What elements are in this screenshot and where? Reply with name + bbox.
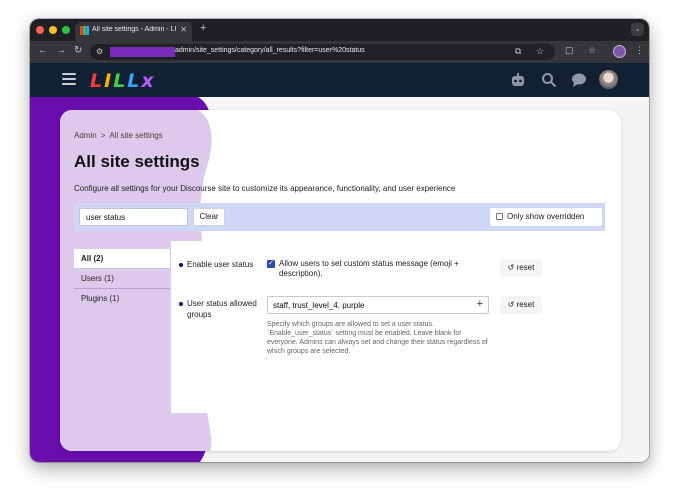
settings-list: Enable user status ✓ Allow users to set … (170, 241, 621, 413)
group-chooser[interactable]: staff, trust_level_4, purple + (267, 296, 489, 314)
new-tab-button[interactable]: + (200, 22, 206, 34)
breadcrumb: Admin > All site settings (74, 131, 163, 140)
profile-avatar[interactable] (613, 45, 626, 58)
only-overridden-checkbox[interactable] (496, 213, 503, 220)
enable-user-status-checkbox[interactable]: ✓ (267, 260, 275, 268)
browser-window: All site settings - Admin - LILL ✕ + ⌄ ←… (30, 19, 649, 462)
group-chooser-value: staff, trust_level_4, purple (273, 301, 365, 310)
redacted-domain (110, 47, 175, 57)
reload-button[interactable]: ↻ (74, 45, 82, 56)
setting-label: User status allowed groups (187, 299, 257, 319)
maximize-window-button[interactable] (62, 26, 70, 34)
setting-help-text: Specify which groups are allowed to set … (267, 321, 488, 355)
forward-button[interactable]: → (56, 45, 66, 56)
reset-button[interactable]: ↺ reset (500, 259, 542, 277)
chat-bubble-icon[interactable] (571, 72, 587, 88)
breadcrumb-admin-link[interactable]: Admin (74, 131, 97, 140)
reading-list-icon[interactable]: ☆ (588, 45, 596, 56)
nav-item-all[interactable]: All (2) (74, 249, 170, 269)
extensions-icon[interactable]: ▢ (565, 45, 574, 56)
breadcrumb-current[interactable]: All site settings (109, 131, 162, 140)
bookmark-star-icon[interactable]: ☆ (536, 46, 544, 57)
cast-icon[interactable]: ⧉ (515, 46, 521, 57)
user-avatar[interactable] (599, 70, 618, 89)
settings-card: Admin > All site settings All site setting… (60, 110, 621, 451)
page-subtitle: Configure all settings for your Discours… (74, 184, 456, 193)
close-tab-icon[interactable]: ✕ (180, 25, 187, 34)
undo-icon: ↺ (507, 300, 515, 309)
browser-tab[interactable]: All site settings - Admin - LILL ✕ (75, 22, 192, 41)
setting-bullet (179, 302, 183, 306)
setting-checkbox-description: Allow users to set custom status message… (279, 259, 459, 278)
admin-page: Admin > All site settings All site setting… (30, 97, 649, 462)
tab-strip: All site settings - Admin - LILL ✕ + ⌄ (30, 19, 649, 41)
page-title: All site settings (74, 152, 200, 171)
plus-icon[interactable]: + (477, 298, 483, 310)
filter-bar: Clear Only show overridden (74, 203, 605, 231)
settings-filter-input[interactable] (79, 208, 188, 226)
category-nav: All (2) Users (1) Plugins (1) (74, 249, 170, 309)
nav-item-plugins[interactable]: Plugins (1) (74, 289, 170, 309)
setting-label: Enable user status (187, 260, 254, 269)
minimize-window-button[interactable] (49, 26, 57, 34)
hamburger-menu-icon[interactable] (62, 73, 76, 88)
nav-item-users[interactable]: Users (1) (74, 269, 170, 289)
back-button[interactable]: ← (38, 45, 48, 56)
tab-title: All site settings - Admin - LILL (92, 26, 176, 33)
search-icon[interactable] (541, 72, 557, 88)
close-window-button[interactable] (36, 26, 44, 34)
chat-bot-icon[interactable] (510, 72, 526, 88)
clear-filter-button[interactable]: Clear (193, 208, 225, 226)
browser-menu-icon[interactable]: ⋮ (635, 45, 644, 56)
site-info-icon[interactable]: ⚙ (96, 47, 103, 56)
reset-button[interactable]: ↺ reset (500, 296, 542, 314)
site-favicon-icon (80, 26, 89, 35)
browser-toolbar: ← → ↻ ⚙ admin/site_settings/category/all… (30, 41, 649, 63)
url-text: admin/site_settings/category/all_results… (175, 47, 365, 54)
setting-bullet (179, 263, 183, 267)
only-overridden-label: Only show overridden (507, 212, 585, 221)
site-logo[interactable]: LILLx (90, 70, 156, 92)
site-header: LILLx (30, 63, 649, 97)
address-bar[interactable]: ⚙ admin/site_settings/category/all_resul… (90, 44, 555, 60)
only-overridden-toggle[interactable]: Only show overridden (490, 208, 602, 226)
breadcrumb-separator: > (100, 131, 106, 140)
undo-icon: ↺ (507, 263, 515, 272)
tab-search-icon[interactable]: ⌄ (631, 23, 644, 36)
